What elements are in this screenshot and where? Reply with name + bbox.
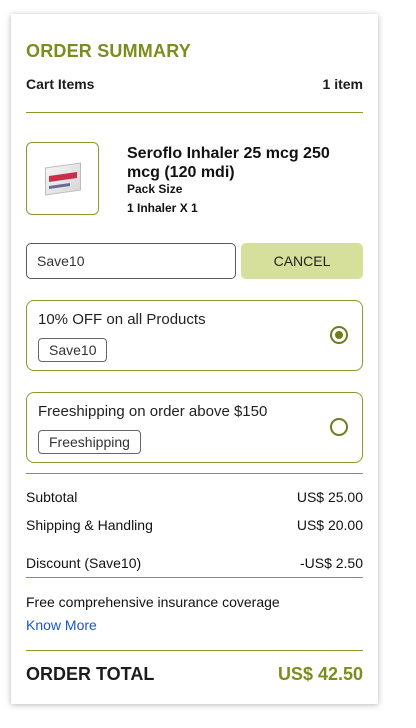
cancel-coupon-button[interactable]: CANCEL [241, 243, 363, 279]
discount-value: -US$ 2.50 [299, 555, 363, 571]
shipping-row: Shipping & Handling US$ 20.00 [26, 517, 363, 533]
order-total-label: ORDER TOTAL [26, 664, 155, 684]
subtotal-label: Subtotal [26, 489, 78, 505]
divider [26, 473, 363, 474]
subtotal-row: Subtotal US$ 25.00 [26, 489, 363, 505]
offer-radio-unselected[interactable] [330, 418, 348, 436]
offer-description: Freeshipping on order above $150 [38, 403, 268, 420]
cart-items-count: 1 item [322, 76, 363, 92]
cart-items-label: Cart Items [26, 76, 95, 92]
order-summary-title: ORDER SUMMARY [26, 41, 191, 61]
discount-label: Discount (Save10) [26, 555, 142, 571]
inhaler-box-icon [44, 161, 81, 196]
offer-code-badge: Save10 [38, 338, 108, 362]
discount-row: Discount (Save10) -US$ 2.50 [26, 555, 363, 571]
product-name[interactable]: Seroflo Inhaler 25 mcg 250 mcg (120 mdi) [127, 144, 357, 182]
subtotal-value: US$ 25.00 [296, 489, 363, 505]
order-summary-card: ORDER SUMMARY Cart Items 1 item Seroflo … [11, 14, 378, 704]
order-total-value: US$ 42.50 [277, 664, 363, 684]
divider [26, 650, 363, 651]
product-thumbnail[interactable] [26, 142, 99, 215]
offer-code-badge: Freeshipping [38, 430, 141, 454]
shipping-value: US$ 20.00 [296, 517, 363, 533]
know-more-link[interactable]: Know More [26, 617, 97, 633]
insurance-text: Free comprehensive insurance coverage [26, 594, 280, 610]
divider [26, 577, 363, 578]
divider [26, 112, 363, 113]
pack-size-label: Pack Size [127, 182, 183, 196]
order-total-row: ORDER TOTAL US$ 42.50 [26, 664, 363, 685]
shipping-label: Shipping & Handling [26, 517, 153, 533]
pack-size-value: 1 Inhaler X 1 [127, 201, 198, 215]
offer-radio-selected[interactable] [330, 326, 348, 344]
offer-card-freeshipping[interactable]: Freeshipping on order above $150 Freeshi… [26, 392, 363, 463]
offer-card-save10[interactable]: 10% OFF on all Products Save10 [26, 300, 363, 371]
cart-items-row: Cart Items 1 item [26, 76, 363, 92]
offer-description: 10% OFF on all Products [38, 311, 206, 328]
radio-selected-dot [335, 331, 343, 339]
coupon-input[interactable] [26, 243, 236, 279]
